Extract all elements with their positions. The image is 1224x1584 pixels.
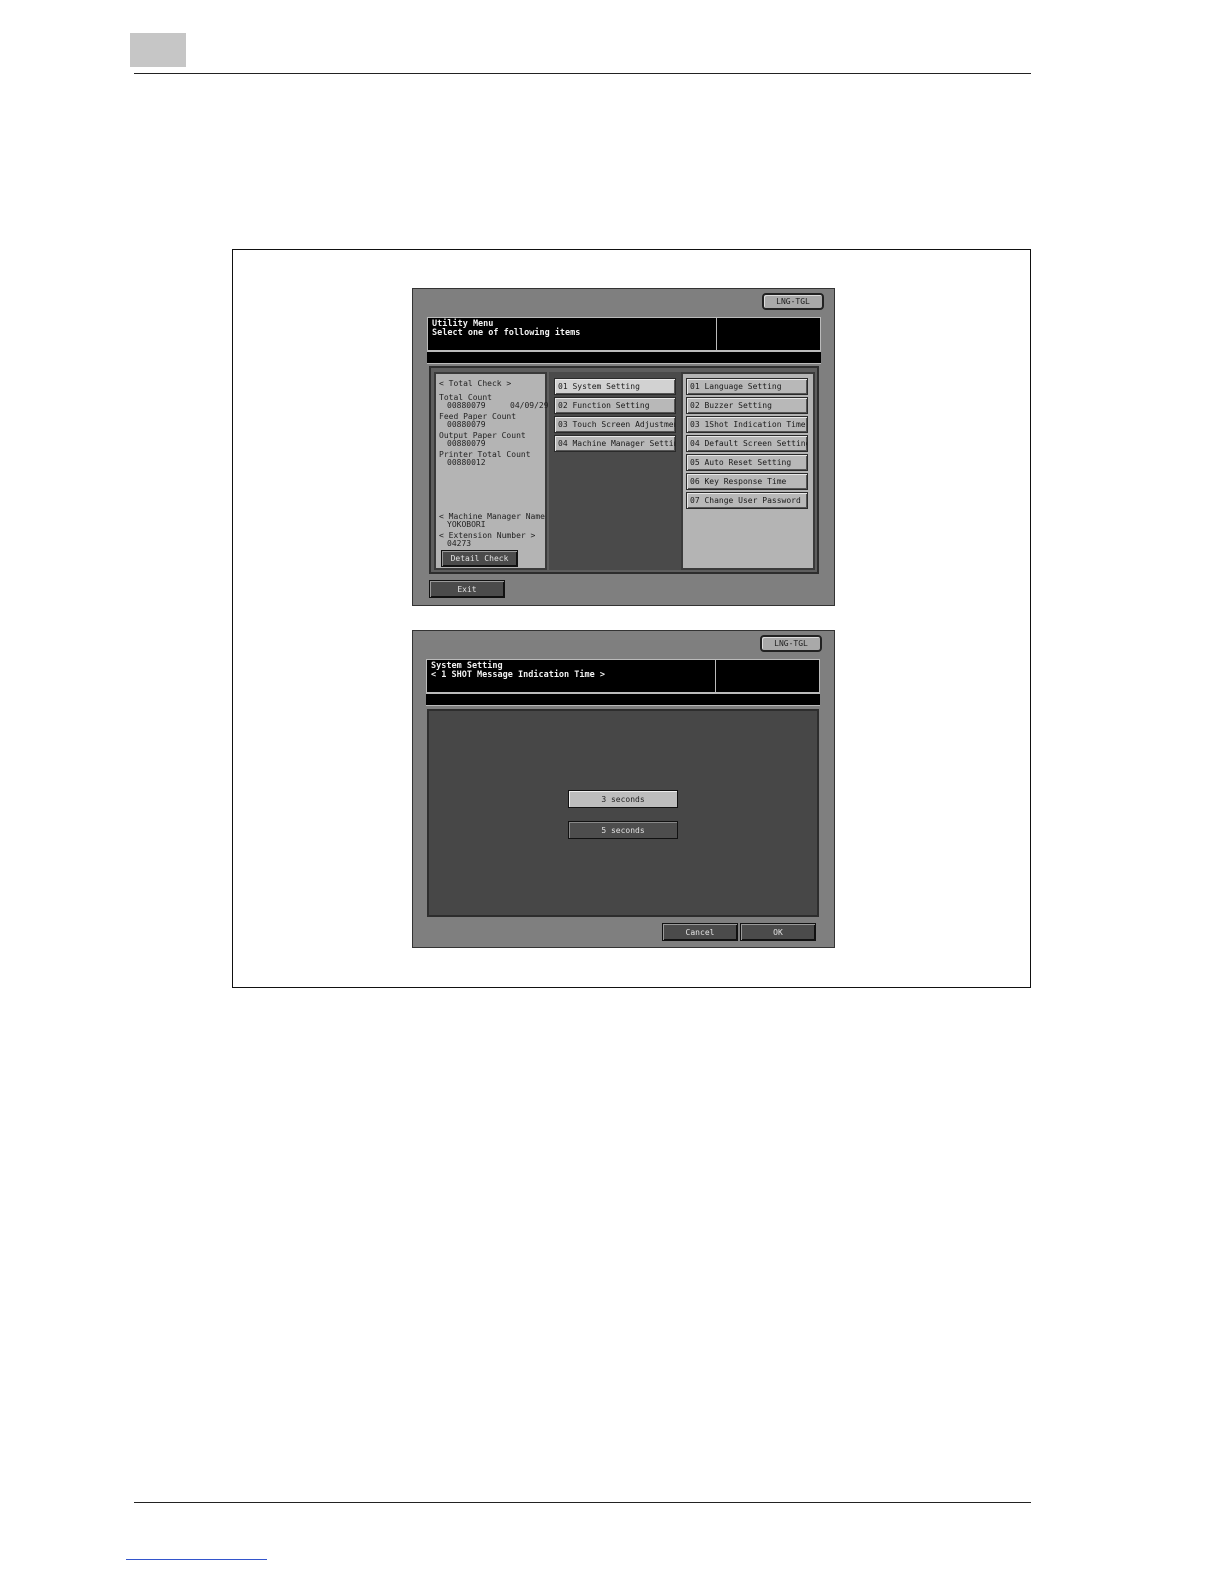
utility-menu-screen: LNG-TGL Utility Menu Select one of follo…: [412, 288, 835, 606]
exit-button[interactable]: Exit: [429, 580, 505, 598]
message-bar: [427, 351, 821, 364]
options-area: 3 seconds 5 seconds: [427, 709, 819, 917]
main-menu-column: 01 System Setting 02 Function Setting 03…: [549, 372, 681, 570]
detail-check-button[interactable]: Detail Check: [441, 550, 518, 567]
menu-item-touch-screen-adjustment[interactable]: 03 Touch Screen Adjustment: [554, 416, 676, 433]
title-line-2: < 1 SHOT Message Indication Time >: [431, 670, 605, 680]
feed-paper-value: 00880079: [447, 420, 486, 429]
footer-rule: [134, 1502, 1031, 1503]
language-toggle-button[interactable]: LNG-TGL: [760, 635, 822, 652]
total-check-panel: < Total Check > Total Count 00880079 04/…: [434, 372, 555, 570]
sub-item-default-screen-setting[interactable]: 04 Default Screen Setting: [686, 435, 808, 452]
screen-title: System Setting < 1 SHOT Message Indicati…: [426, 659, 716, 693]
title-side-box: [716, 317, 821, 351]
extension-value: 04273: [447, 539, 472, 548]
total-check-heading: < Total Check >: [439, 379, 512, 388]
menu-item-system-setting[interactable]: 01 System Setting: [554, 378, 676, 395]
header-rule: [134, 73, 1031, 74]
menu-item-machine-manager-setting[interactable]: 04 Machine Manager Setting: [554, 435, 676, 452]
title-side-box: [715, 659, 820, 693]
footer-link-underline: [126, 1559, 267, 1560]
title-line-2: Select one of following items: [432, 328, 581, 338]
sub-item-language-setting[interactable]: 01 Language Setting: [686, 378, 808, 395]
system-setting-screen: LNG-TGL System Setting < 1 SHOT Message …: [412, 630, 835, 948]
sub-menu-panel: 01 Language Setting 02 Buzzer Setting 03…: [681, 372, 815, 570]
sub-item-change-user-password[interactable]: 07 Change User Password: [686, 492, 808, 509]
message-bar: [426, 693, 820, 706]
sub-item-buzzer-setting[interactable]: 02 Buzzer Setting: [686, 397, 808, 414]
option-5-seconds[interactable]: 5 seconds: [568, 821, 678, 839]
manager-name-value: YOKOBORI: [447, 520, 486, 529]
output-paper-value: 00880079: [447, 439, 486, 448]
ok-button[interactable]: OK: [740, 923, 816, 941]
total-count-value: 00880079: [447, 401, 486, 410]
menu-item-function-setting[interactable]: 02 Function Setting: [554, 397, 676, 414]
printer-total-value: 00880012: [447, 458, 486, 467]
content-well: < Total Check > Total Count 00880079 04/…: [429, 366, 819, 574]
option-3-seconds[interactable]: 3 seconds: [568, 790, 678, 808]
cancel-button[interactable]: Cancel: [662, 923, 738, 941]
count-date: 04/09/29: [510, 401, 549, 410]
screen-title: Utility Menu Select one of following ite…: [427, 317, 717, 351]
sub-item-key-response-time[interactable]: 06 Key Response Time: [686, 473, 808, 490]
sub-item-auto-reset-setting[interactable]: 05 Auto Reset Setting: [686, 454, 808, 471]
sub-item-1shot-indication-time[interactable]: 03 1Shot Indication Time: [686, 416, 808, 433]
language-toggle-button[interactable]: LNG-TGL: [762, 293, 824, 310]
chapter-tab: [130, 33, 186, 67]
